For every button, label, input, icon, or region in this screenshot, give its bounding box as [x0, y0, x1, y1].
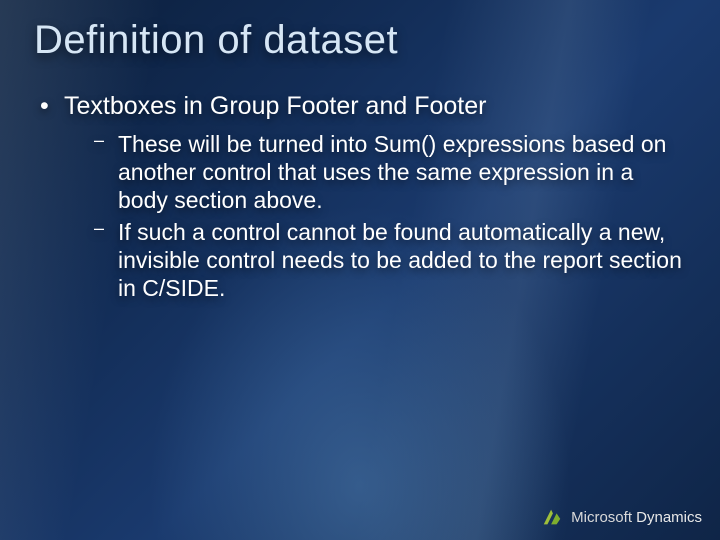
- slide: Definition of dataset Textboxes in Group…: [0, 0, 720, 540]
- bullet-list-level2: These will be turned into Sum() expressi…: [64, 130, 686, 302]
- list-item: If such a control cannot be found automa…: [94, 218, 686, 302]
- list-item: Textboxes in Group Footer and Footer The…: [38, 91, 686, 303]
- dynamics-logo-icon: [541, 506, 563, 528]
- bullet-text: If such a control cannot be found automa…: [118, 219, 682, 301]
- list-item: These will be turned into Sum() expressi…: [94, 130, 686, 214]
- bullet-text: These will be turned into Sum() expressi…: [118, 131, 666, 213]
- bullet-list-level1: Textboxes in Group Footer and Footer The…: [34, 91, 686, 303]
- slide-title: Definition of dataset: [34, 18, 686, 63]
- bullet-text: Textboxes in Group Footer and Footer: [64, 92, 486, 120]
- footer-brand: Microsoft Dynamics: [541, 506, 702, 528]
- brand-prefix: Microsoft: [571, 509, 632, 526]
- brand-suffix: Dynamics: [632, 509, 702, 526]
- brand-text: Microsoft Dynamics: [571, 509, 702, 526]
